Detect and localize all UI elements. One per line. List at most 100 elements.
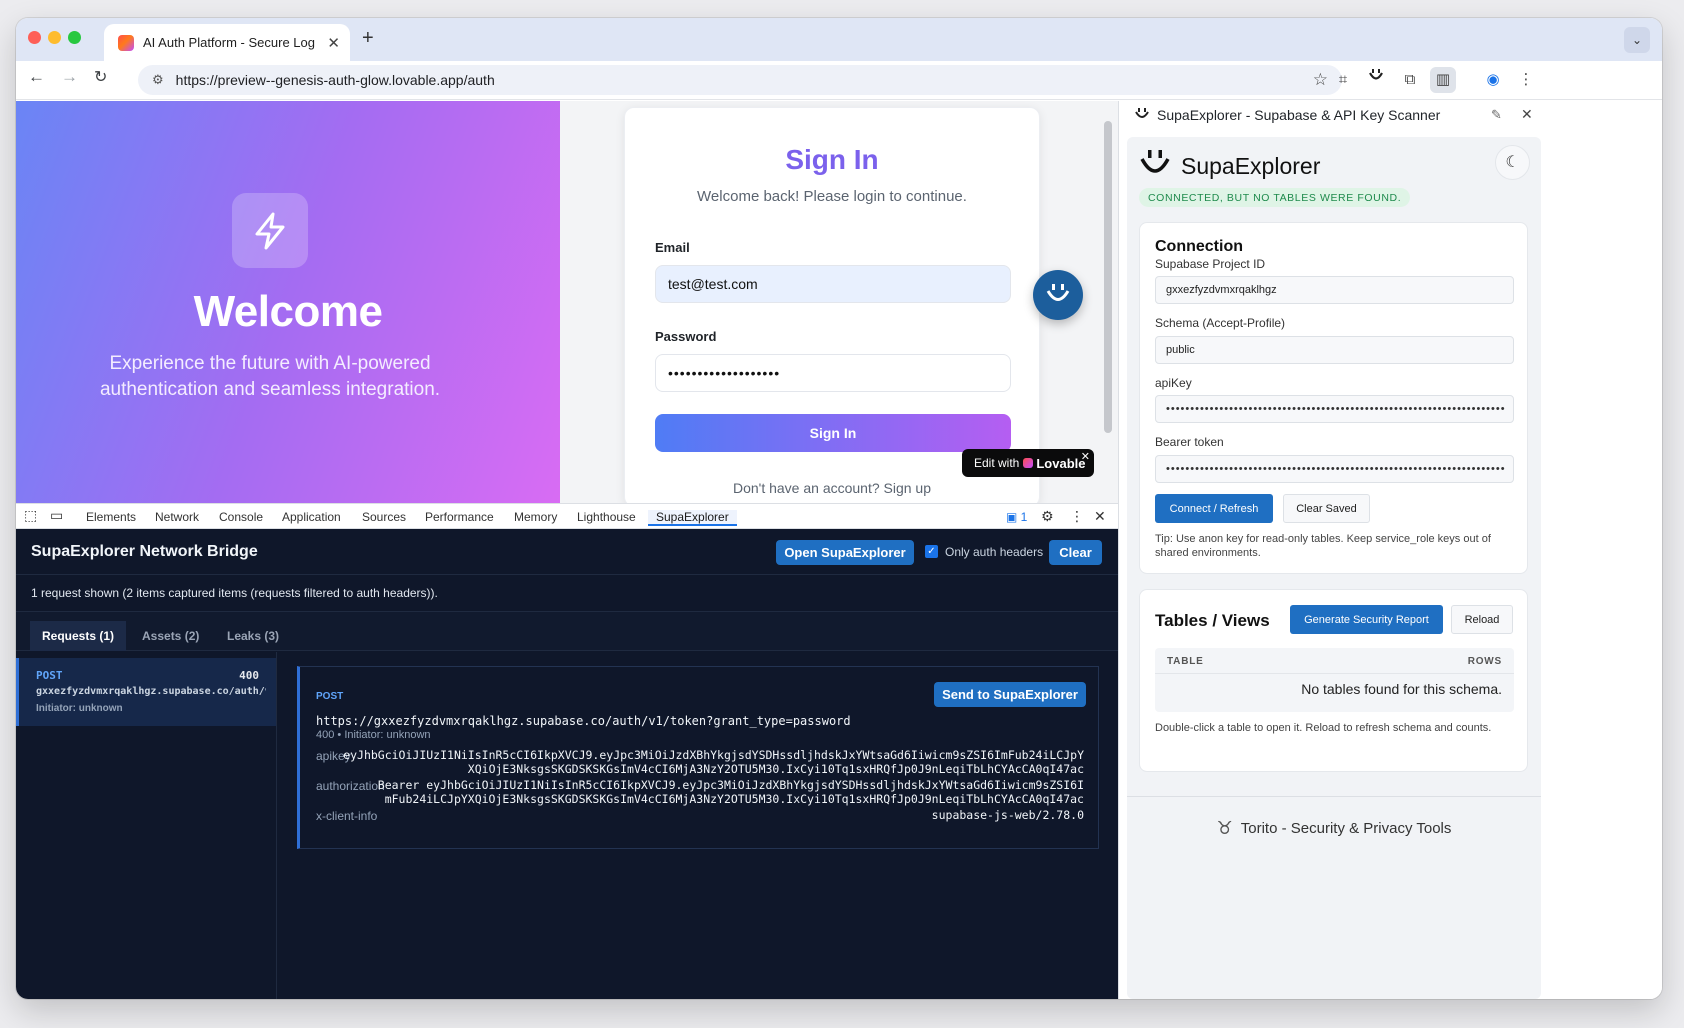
signup-link[interactable]: Don't have an account? Sign up (625, 480, 1039, 496)
apikey-input[interactable]: ••••••••••••••••••••••••••••••••••••••••… (1155, 395, 1514, 423)
open-supaexplorer-button[interactable]: Open SupaExplorer (776, 540, 914, 565)
close-badge-icon[interactable]: ✕ (1081, 450, 1090, 463)
tab-assets[interactable]: Assets (2) (130, 621, 211, 651)
apikey-label: apiKey (1155, 376, 1192, 390)
tables-grid: TABLE ROWS No tables found for this sche… (1155, 648, 1514, 712)
hero-title: Welcome (193, 287, 383, 336)
devtools-tabbar: ⬚ ▭ Elements Network Console Application… (16, 503, 1118, 529)
forward-arrow-icon[interactable]: → (61, 67, 78, 87)
detail-method: POST (316, 691, 344, 702)
request-list: POST 400 gxxezfyzdvmxrqaklhgz.supabase.c… (16, 652, 277, 999)
unpin-icon[interactable]: ✎ (1491, 107, 1502, 123)
lightning-bolt-icon (232, 193, 308, 268)
tables-empty-message: No tables found for this schema. (1301, 681, 1502, 697)
clear-saved-button[interactable]: Clear Saved (1283, 494, 1370, 523)
col-rows: ROWS (1467, 656, 1502, 667)
tab-title: AI Auth Platform - Secure Log (143, 35, 315, 50)
devtools-tab-network[interactable]: Network (155, 510, 199, 524)
request-method: POST (36, 669, 63, 682)
supaexplorer-extension-icon[interactable] (1363, 67, 1389, 93)
side-panel-icon[interactable]: ▥ (1430, 67, 1456, 93)
site-settings-icon[interactable]: ⚙ (152, 72, 164, 88)
torito-bull-icon: ♉ (1216, 817, 1233, 838)
supaexplorer-floating-button[interactable] (1033, 270, 1083, 320)
extensions-puzzle-icon[interactable]: ⧉ (1397, 67, 1423, 93)
close-side-panel-icon[interactable]: ✕ (1521, 106, 1533, 123)
supaexplorer-app: SupaExplorer ☾ CONNECTED, BUT NO TABLES … (1127, 137, 1541, 999)
devtools-tab-performance[interactable]: Performance (425, 510, 494, 524)
devtools-tab-elements[interactable]: Elements (86, 510, 136, 524)
request-status: 400 (239, 669, 259, 682)
connect-refresh-button[interactable]: Connect / Refresh (1155, 494, 1273, 523)
browser-toolbar: ← → ↻ ⚙ https://preview--genesis-auth-gl… (16, 61, 1662, 100)
close-tab-icon[interactable]: ✕ (327, 34, 340, 52)
torito-footer[interactable]: ♉ Torito - Security & Privacy Tools (1127, 796, 1541, 859)
browser-window: AI Auth Platform - Secure Log ✕ + ⌄ ← → … (16, 18, 1662, 999)
issues-icon[interactable]: ▣ 1 (1006, 510, 1027, 524)
lovable-heart-icon (1023, 458, 1034, 468)
welcome-hero: Welcome Experience the future with AI-po… (16, 101, 560, 503)
project-id-label: Supabase Project ID (1155, 257, 1266, 271)
header-value-apikey: eyJhbGciOiJIUzI1NiIsInR5cCI6IkpXVCJ9.eyJ… (343, 748, 1084, 776)
clear-button[interactable]: Clear (1049, 540, 1102, 565)
schema-input[interactable]: public (1155, 336, 1514, 364)
lovable-brand: Lovable (1036, 455, 1086, 471)
request-summary: 1 request shown (2 items captured items … (31, 586, 438, 600)
detail-url: https://gxxezfyzdvmxrqaklhgz.supabase.co… (316, 714, 851, 728)
device-toolbar-icon[interactable]: ▭ (50, 507, 63, 524)
lovable-favicon-icon (118, 34, 134, 51)
header-key-authorization: authorization (316, 779, 385, 793)
devtools-menu-icon[interactable]: ⋮ (1070, 508, 1084, 525)
devtools-tab-application[interactable]: Application (282, 510, 341, 524)
devtools-tab-supaexplorer[interactable]: SupaExplorer (648, 510, 737, 526)
page-scrollbar[interactable] (1104, 121, 1112, 433)
close-window-button[interactable] (28, 31, 41, 44)
signin-button[interactable]: Sign In (655, 414, 1011, 452)
inspect-element-icon[interactable]: ⬚ (24, 507, 37, 524)
url-text: https://preview--genesis-auth-glow.lovab… (175, 72, 495, 88)
profile-avatar-icon[interactable]: ◉ (1480, 67, 1506, 93)
new-tab-icon[interactable]: + (362, 27, 374, 50)
dark-mode-moon-icon[interactable]: ☾ (1495, 145, 1530, 180)
devtools-settings-icon[interactable]: ⚙ (1041, 508, 1054, 525)
devtools-tab-lighthouse[interactable]: Lighthouse (577, 510, 636, 524)
signin-subtitle: Welcome back! Please login to continue. (697, 188, 967, 205)
only-auth-checkbox[interactable]: ✓ (925, 545, 938, 558)
send-to-supaexplorer-button[interactable]: Send to SupaExplorer (934, 682, 1086, 707)
request-url: gxxezfyzdvmxrqaklhgz.supabase.co/auth/v1… (36, 686, 266, 697)
reload-button[interactable]: Reload (1451, 605, 1513, 634)
project-id-input[interactable]: gxxezfyzdvmxrqaklhgz (1155, 276, 1514, 304)
header-key-client-info: x-client-info (316, 809, 378, 823)
browser-menu-icon[interactable]: ⋮ (1513, 67, 1539, 93)
edit-with-lovable-badge[interactable]: Edit with Lovable ✕ (962, 449, 1094, 477)
connection-title: Connection (1155, 238, 1243, 255)
minimize-window-button[interactable] (48, 31, 61, 44)
generate-security-report-button[interactable]: Generate Security Report (1290, 605, 1443, 634)
supaexplorer-small-icon (1134, 107, 1150, 125)
devtools-tab-memory[interactable]: Memory (514, 510, 557, 524)
maximize-window-button[interactable] (68, 31, 81, 44)
email-field[interactable]: test@test.com (655, 265, 1011, 303)
back-arrow-icon[interactable]: ← (28, 67, 45, 87)
address-bar[interactable]: ⚙ https://preview--genesis-auth-glow.lov… (138, 65, 1342, 95)
devtools-close-icon[interactable]: ✕ (1094, 508, 1106, 525)
devtools-tab-sources[interactable]: Sources (362, 510, 406, 524)
footer-text: Torito - Security & Privacy Tools (1240, 819, 1452, 837)
tab-leaks[interactable]: Leaks (3) (215, 621, 291, 651)
password-field[interactable]: ••••••••••••••••••• (655, 354, 1011, 392)
tables-hint: Double-click a table to open it. Reload … (1155, 722, 1492, 734)
tab-requests[interactable]: Requests (1) (30, 621, 127, 651)
reload-icon[interactable]: ↻ (94, 67, 107, 87)
signin-title: Sign In (785, 144, 879, 175)
side-panel-title: SupaExplorer - Supabase & API Key Scanne… (1157, 107, 1441, 123)
schema-label: Schema (Accept-Profile) (1155, 316, 1286, 330)
devtools-tab-console[interactable]: Console (219, 510, 263, 524)
request-list-item[interactable]: POST 400 gxxezfyzdvmxrqaklhgz.supabase.c… (16, 658, 276, 726)
hero-text: Experience the future with AI-powered au… (99, 353, 441, 400)
brand-name: SupaExplorer (1181, 153, 1321, 179)
bearer-token-input[interactable]: ••••••••••••••••••••••••••••••••••••••••… (1155, 455, 1514, 483)
tab-search-chevron-icon[interactable]: ⌄ (1624, 27, 1650, 53)
browser-tab[interactable]: AI Auth Platform - Secure Log ✕ (104, 24, 350, 61)
bookmark-star-icon[interactable]: ☆ (1313, 70, 1328, 90)
screenshot-icon[interactable]: ⌗ (1330, 67, 1356, 93)
